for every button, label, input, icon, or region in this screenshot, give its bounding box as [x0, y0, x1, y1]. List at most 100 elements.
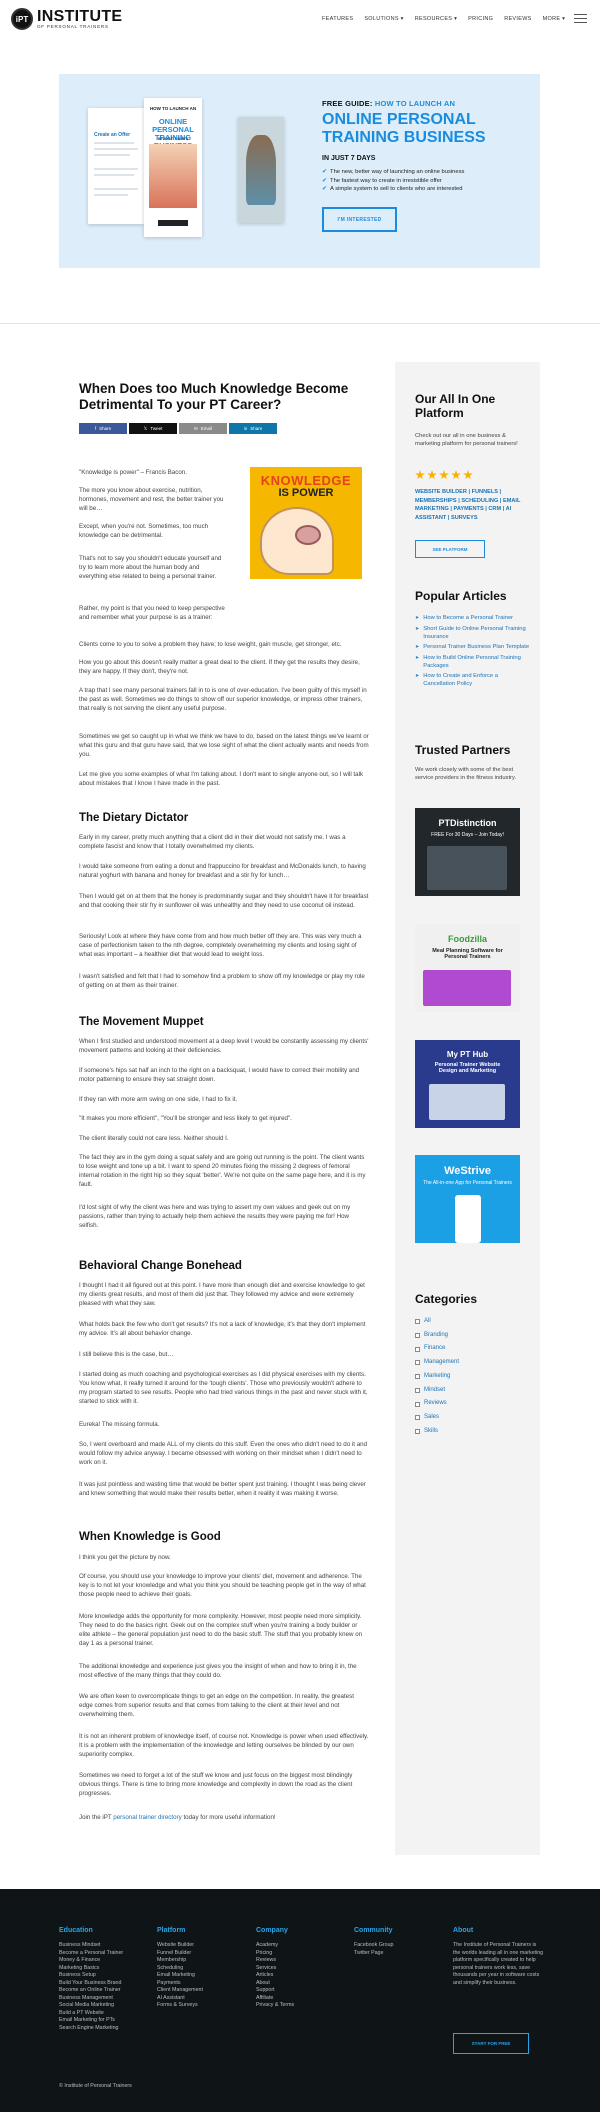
footer-link[interactable]: Business Setup	[59, 1972, 149, 1980]
popular-articles-heading: Popular Articles	[415, 589, 507, 603]
category-link[interactable]: All	[415, 1315, 459, 1329]
facebook-icon: f	[94, 426, 97, 431]
article-paragraph: "Knowledge is power" – Francis Bacon.	[79, 469, 187, 476]
partner-ad-foodzilla[interactable]: Foodzilla Meal Planning Software for Per…	[415, 924, 520, 1012]
checkbox-icon	[415, 1360, 420, 1366]
article-paragraph: That's not to say you shouldn't educate …	[79, 555, 222, 580]
share-email-button[interactable]: ✉ Email	[179, 423, 227, 434]
nav-reviews[interactable]: REVIEWS	[504, 16, 531, 22]
category-link[interactable]: Reviews	[415, 1397, 459, 1411]
site-footer: Education Business Mindset Become a Pers…	[0, 1889, 600, 2112]
footer-link[interactable]: Business Management	[59, 1995, 149, 2003]
star-icon	[439, 470, 449, 480]
footer-link[interactable]: Support	[256, 1987, 346, 1995]
footer-link[interactable]: Services	[256, 1965, 346, 1973]
footer-link[interactable]: Academy	[256, 1942, 346, 1950]
footer-link[interactable]: Articles	[256, 1972, 346, 1980]
checkbox-icon	[415, 1387, 420, 1393]
footer-link[interactable]: Payments	[157, 1980, 247, 1988]
logo-badge: iPT	[11, 8, 33, 30]
footer-link[interactable]: Build Your Business Brand	[59, 1980, 149, 1988]
footer-link[interactable]: Privacy & Terms	[256, 2002, 346, 2010]
category-link[interactable]: Marketing	[415, 1370, 459, 1384]
popular-article-link[interactable]: ➤ How to Create and Enforce a Cancellatio…	[415, 672, 530, 688]
footer-link[interactable]: Client Management	[157, 1987, 247, 1995]
category-link[interactable]: Branding	[415, 1329, 459, 1343]
footer-link[interactable]: Funnel Builder	[157, 1950, 247, 1958]
footer-link[interactable]: Affiliate	[256, 1995, 346, 2003]
article-paragraph: Join the iPT personal trainer directory …	[79, 1814, 276, 1821]
share-twitter-button[interactable]: 𝕏 Tweet	[129, 423, 177, 434]
share-linkedin-button[interactable]: in Share	[229, 423, 277, 434]
brain-illustration	[295, 525, 321, 545]
article-paragraph: It is not an inherent problem of knowled…	[79, 1733, 369, 1758]
popular-article-link[interactable]: ➤ Short Guide to Online Personal Training…	[415, 625, 530, 641]
see-platform-button[interactable]: SEE PLATFORM	[415, 540, 485, 558]
article-paragraph: More knowledge adds the opportunity for …	[79, 1613, 363, 1647]
partner-ad-westrive[interactable]: WeStrive The All-in-one App for Personal…	[415, 1155, 520, 1243]
image-text-line1: KNOWLEDGE	[260, 473, 352, 488]
category-link[interactable]: Sales	[415, 1411, 459, 1425]
hamburger-menu-icon[interactable]	[574, 14, 587, 24]
nav-solutions[interactable]: SOLUTIONS ▾	[364, 16, 403, 22]
partner-ad-myptHub[interactable]: My PT Hub Personal Trainer Website Desig…	[415, 1040, 520, 1128]
footer-link[interactable]: Email Marketing for PTs	[59, 2017, 149, 2025]
cover-subtitle: IN JUST 7 DAYS	[157, 136, 189, 141]
popular-article-link[interactable]: ➤ How to Become a Personal Trainer	[415, 614, 530, 622]
footer-link[interactable]: Marketing Basics	[59, 1965, 149, 1973]
rating-stars	[415, 470, 473, 480]
article-paragraph: A trap that I see many personal trainers…	[79, 687, 367, 712]
guide-days: IN JUST 7 DAYS	[322, 155, 376, 162]
platform-heading: Our All In One Platform	[415, 392, 496, 420]
footer-link[interactable]: Social Media Marketing	[59, 2002, 149, 2010]
footer-link[interactable]: Reviews	[256, 1957, 346, 1965]
footer-link[interactable]: Money & Finance	[59, 1957, 149, 1965]
start-for-free-button[interactable]: START FOR FREE	[453, 2033, 529, 2054]
footer-link[interactable]: Business Mindset	[59, 1942, 149, 1950]
footer-heading: Community	[354, 1927, 393, 1934]
categories-list: All Branding Finance Management Marketin…	[415, 1315, 459, 1438]
partner-ad-ptdistinction[interactable]: PTDistinction FREE For 30 Days – Join To…	[415, 808, 520, 896]
nav-more[interactable]: MORE ▾	[543, 16, 566, 22]
popular-article-link[interactable]: ➤ How to Build Online Personal Training P…	[415, 654, 530, 670]
footer-col-education: Education Business Mindset Become a Pers…	[59, 1927, 149, 2032]
directory-link[interactable]: personal trainer directory	[113, 1814, 181, 1821]
category-link[interactable]: Skills	[415, 1425, 459, 1439]
footer-link[interactable]: Website Builder	[157, 1942, 247, 1950]
footer-link[interactable]: Facebook Group	[354, 1942, 444, 1950]
check-icon: ✔	[322, 186, 328, 192]
footer-link[interactable]: Email Marketing	[157, 1972, 247, 1980]
category-link[interactable]: Finance	[415, 1342, 459, 1356]
x-icon: 𝕏	[143, 425, 148, 431]
guide-benefits: ✔ The new, better way of launching an onl…	[322, 168, 464, 194]
article-title: When Does too Much Knowledge Become Detr…	[79, 381, 349, 412]
footer-link[interactable]: AI Assistant	[157, 1995, 247, 2003]
article-paragraph: Early in my career, pretty much anything…	[79, 834, 346, 850]
footer-link[interactable]: About	[256, 1980, 346, 1988]
footer-link[interactable]: Forms & Surveys	[157, 2002, 247, 2010]
im-interested-button[interactable]: I'M INTERESTED	[322, 207, 397, 232]
footer-link[interactable]: Membership	[157, 1957, 247, 1965]
bullet-arrow-icon: ➤	[415, 644, 420, 650]
nav-pricing[interactable]: PRICING	[468, 16, 493, 22]
footer-link[interactable]: Search Engine Marketing	[59, 2025, 149, 2033]
category-link[interactable]: Management	[415, 1356, 459, 1370]
article-paragraph: Eureka! The missing formula.	[79, 1421, 160, 1428]
nav-features[interactable]: FEATURES	[322, 16, 353, 22]
footer-link[interactable]: Pricing	[256, 1950, 346, 1958]
popular-article-link[interactable]: ➤ Personal Trainer Business Plan Template	[415, 643, 530, 651]
article-paragraph: Seriously! Look at where they have come …	[79, 933, 362, 958]
footer-link[interactable]: Become a Personal Trainer	[59, 1950, 149, 1958]
footer-link[interactable]: Scheduling	[157, 1965, 247, 1973]
footer-link[interactable]: Build a PT Website	[59, 2010, 149, 2018]
footer-link[interactable]: Become an Online Trainer	[59, 1987, 149, 1995]
footer-link[interactable]: Twitter Page	[354, 1950, 444, 1958]
site-logo[interactable]: iPT INSTITUTE OF PERSONAL TRAINERS	[11, 5, 122, 33]
article-paragraph: Then I would get on at them that the hon…	[79, 893, 369, 909]
category-link[interactable]: Mindset	[415, 1384, 459, 1398]
check-icon: ✔	[322, 177, 328, 184]
logo-text: INSTITUTE	[37, 7, 123, 25]
share-facebook-button[interactable]: f Share	[79, 423, 127, 434]
footer-col-community: Community Facebook Group Twitter Page	[354, 1927, 444, 1957]
nav-resources[interactable]: RESOURCES ▾	[415, 16, 457, 22]
